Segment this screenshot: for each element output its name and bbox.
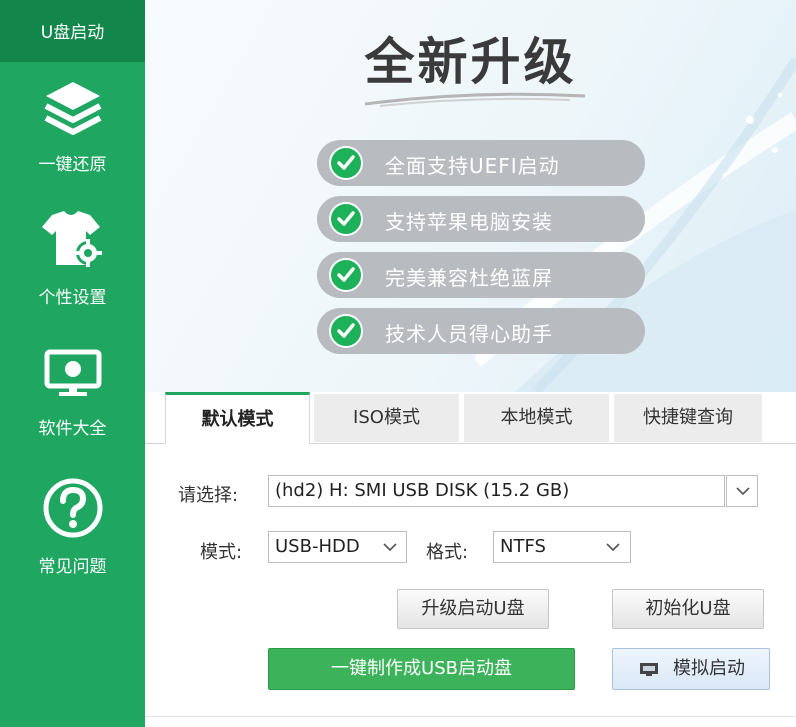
feature-item: 完美兼容杜绝蓝屏 — [317, 252, 645, 298]
chevron-down-icon — [736, 487, 750, 496]
bottom-divider — [145, 716, 796, 717]
feature-text: 技术人员得心助手 — [385, 322, 553, 346]
tab-local-mode[interactable]: 本地模式 — [464, 394, 609, 442]
sidebar-item-software[interactable]: 软件大全 — [0, 338, 145, 448]
format-label: 格式: — [426, 542, 469, 563]
title-underline-decoration — [364, 92, 586, 107]
device-select-label: 请选择: — [178, 485, 239, 506]
tab-default-mode[interactable]: 默认模式 — [165, 392, 310, 444]
chevron-down-icon — [383, 543, 397, 552]
check-icon — [329, 146, 363, 180]
sidebar-item-personalize[interactable]: 个性设置 — [0, 205, 145, 315]
feature-text: 支持苹果电脑安装 — [385, 210, 553, 234]
device-select-value: (hd2) H: SMI USB DISK (15.2 GB) — [275, 480, 570, 501]
layers-icon — [42, 78, 104, 142]
mode-select-value: USB-HDD — [275, 536, 360, 557]
tab-shortcut-query[interactable]: 快捷键查询 — [614, 394, 762, 442]
upgrade-boot-usb-button[interactable]: 升级启动U盘 — [397, 589, 549, 629]
promo-banner: 全新升级 全面支持UEFI启动 支持苹果电脑安装 完美兼容杜绝蓝屏 技术人员得心… — [145, 0, 796, 392]
init-usb-button[interactable]: 初始化U盘 — [612, 589, 764, 629]
format-select-value: NTFS — [500, 536, 546, 557]
sidebar-item-restore[interactable]: 一键还原 — [0, 72, 145, 182]
banner-title: 全新升级 — [364, 33, 577, 91]
question-icon — [41, 476, 105, 544]
sidebar-item-label: 常见问题 — [38, 557, 107, 577]
sidebar-item-faq[interactable]: 常见问题 — [0, 470, 145, 580]
feature-item: 全面支持UEFI启动 — [317, 140, 645, 186]
sidebar-item-label: U盘启动 — [40, 23, 105, 43]
sidebar: U盘启动 一键还原 个性设置 软件大全 常见问题 — [0, 0, 145, 727]
check-icon — [329, 202, 363, 236]
format-select[interactable]: NTFS — [493, 531, 631, 563]
make-usb-boot-disk-button[interactable]: 一键制作成USB启动盘 — [268, 648, 575, 690]
monitor-icon — [43, 348, 103, 402]
check-icon — [329, 258, 363, 292]
sidebar-item-label: 软件大全 — [38, 419, 107, 439]
mode-select[interactable]: USB-HDD — [268, 531, 407, 563]
feature-item: 技术人员得心助手 — [317, 308, 645, 354]
feature-text: 全面支持UEFI启动 — [385, 154, 560, 178]
sidebar-item-label: 一键还原 — [38, 155, 107, 175]
check-icon — [329, 314, 363, 348]
feature-item: 支持苹果电脑安装 — [317, 196, 645, 242]
sidebar-item-usb-boot[interactable]: U盘启动 — [0, 0, 145, 62]
device-select[interactable]: (hd2) H: SMI USB DISK (15.2 GB) — [268, 475, 725, 507]
sidebar-item-label: 个性设置 — [38, 288, 107, 308]
feature-text: 完美兼容杜绝蓝屏 — [385, 266, 553, 290]
simulate-boot-button[interactable]: 模拟启动 — [612, 648, 770, 690]
tab-iso-mode[interactable]: ISO模式 — [314, 394, 459, 442]
device-dropdown-button[interactable] — [726, 475, 758, 507]
monitor-icon — [640, 663, 658, 676]
shirt-gear-icon — [38, 209, 108, 275]
mode-label: 模式: — [200, 542, 243, 563]
chevron-down-icon — [606, 543, 620, 552]
simulate-boot-label: 模拟启动 — [673, 658, 745, 679]
